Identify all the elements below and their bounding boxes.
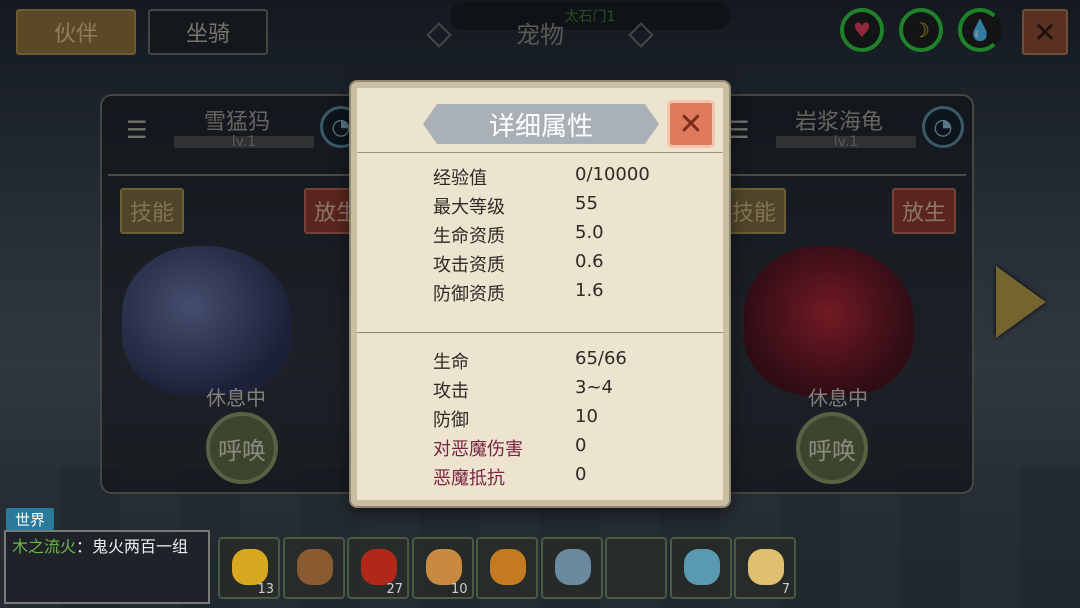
chat-message[interactable]: 木之流火：鬼火两百一组	[4, 530, 210, 604]
dumpling-basket-item	[425, 549, 462, 585]
chat-channel-tab[interactable]: 世界	[6, 508, 54, 530]
chat-separator: ：	[76, 537, 93, 556]
banana-item	[232, 549, 268, 585]
hotbar-slot[interactable]	[605, 537, 667, 599]
hotbar-slot[interactable]	[669, 537, 732, 599]
dialog-header: 详细属性 ✕	[357, 88, 723, 153]
hotbar-slot[interactable]: 7	[734, 537, 796, 599]
empty-slot	[619, 549, 655, 585]
hotbar-slot[interactable]: 27	[347, 537, 409, 599]
crystal-bow-item	[683, 549, 720, 585]
hotbar-slot[interactable]	[476, 537, 538, 599]
meat-leg-item	[296, 549, 333, 585]
hotbar-slot[interactable]	[540, 537, 603, 599]
item-count: 7	[781, 582, 790, 597]
hotbar-slot[interactable]	[282, 537, 345, 599]
hotbar-slot[interactable]: 10	[411, 537, 474, 599]
item-count: 10	[450, 582, 468, 597]
crystal-sword-item	[554, 549, 591, 585]
banana-peel-item	[490, 549, 526, 585]
item-count: 27	[386, 582, 403, 597]
divider	[357, 332, 723, 333]
chat-text: 鬼火两百一组	[92, 537, 189, 556]
chat-speaker: 木之流火	[12, 537, 77, 556]
chili-pepper-item	[361, 549, 397, 585]
hotbar-slot[interactable]: 13	[218, 537, 280, 599]
close-icon[interactable]: ✕	[667, 100, 715, 148]
dialog-title: 详细属性	[423, 104, 659, 144]
seed-bag-item	[748, 549, 784, 585]
detail-attributes-dialog: 详细属性 ✕ 经验值 0/10000 最大等级 55 生命资质 5.0 攻击资质 0.6…	[351, 82, 729, 506]
item-count: 13	[257, 582, 274, 597]
